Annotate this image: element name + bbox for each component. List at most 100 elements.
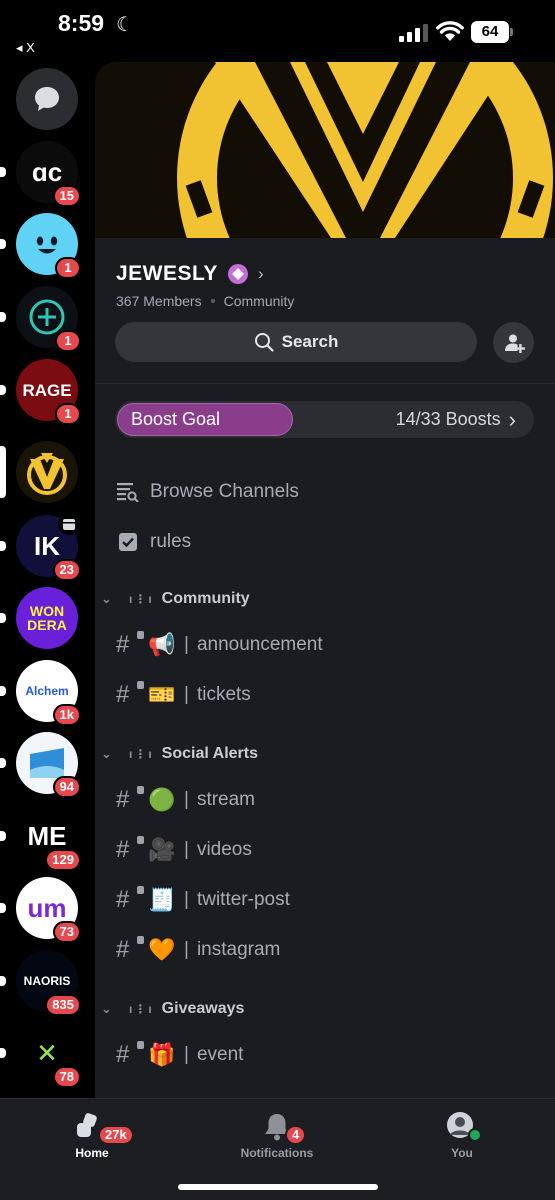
server-icon-ac[interactable]: ɑc 15 bbox=[16, 141, 81, 207]
unread-indicator bbox=[0, 686, 6, 696]
unread-indicator bbox=[0, 758, 6, 768]
member-count: 367 Members bbox=[116, 293, 202, 309]
unread-badge: 23 bbox=[52, 559, 81, 581]
channel-event[interactable]: # 🎁 | event bbox=[116, 1039, 243, 1071]
profile-avatar-icon bbox=[444, 1111, 482, 1143]
channel-announcement[interactable]: # 📢 | announcement bbox=[116, 629, 323, 661]
channel-emoji-icon: 🎁 bbox=[148, 1042, 176, 1067]
cellular-signal-icon bbox=[399, 24, 429, 42]
search-icon bbox=[254, 333, 274, 352]
tab-home[interactable]: 27k Home bbox=[37, 1111, 147, 1160]
channel-separator: | bbox=[184, 684, 189, 705]
server-avatar: WON DERA bbox=[16, 587, 78, 649]
home-servers-icon: 27k bbox=[74, 1111, 134, 1145]
server-initials: WON DERA bbox=[27, 603, 67, 633]
server-icon-smile[interactable]: 1 bbox=[16, 213, 81, 279]
status-bar: 8:59 ☾ ◂ X 64 bbox=[0, 0, 555, 62]
search-label: Search bbox=[281, 332, 339, 351]
unread-badge: 78 bbox=[52, 1066, 81, 1088]
locked-channel-hash-icon: # bbox=[116, 1041, 144, 1069]
back-to-app-link[interactable]: ◂ X bbox=[16, 40, 35, 56]
server-banner bbox=[95, 62, 555, 238]
tab-home-label: Home bbox=[75, 1146, 109, 1160]
wifi-icon bbox=[436, 21, 464, 41]
channel-separator: | bbox=[184, 889, 189, 910]
channel-twitter-post[interactable]: # 🧾 | twitter-post bbox=[116, 884, 290, 916]
unread-badge: 1 bbox=[55, 257, 81, 279]
active-server-indicator bbox=[0, 446, 6, 498]
direct-messages-button[interactable] bbox=[16, 68, 78, 130]
category-social-alerts[interactable]: ⌄ ı⋮ı Social Alerts bbox=[101, 742, 258, 766]
status-time: 8:59 bbox=[58, 10, 105, 36]
rules-label: rules bbox=[150, 531, 192, 552]
channel-separator: | bbox=[184, 939, 189, 960]
unread-badge: 94 bbox=[52, 776, 81, 798]
unread-indicator bbox=[0, 613, 6, 623]
category-label: Community bbox=[161, 590, 250, 607]
channel-emoji-icon: 🎫 bbox=[148, 682, 176, 707]
home-indicator bbox=[178, 1184, 378, 1190]
unread-indicator bbox=[0, 541, 6, 551]
server-icon-um[interactable]: um 73 bbox=[16, 877, 81, 943]
server-initials: ✕ bbox=[36, 1038, 58, 1068]
server-icon-jewesly[interactable] bbox=[16, 441, 78, 503]
drag-handle-icon: ı⋮ı bbox=[129, 592, 154, 606]
server-icon-rage[interactable]: RAGE 1 bbox=[16, 359, 81, 425]
unread-badge: 15 bbox=[52, 185, 81, 207]
browse-channels-row[interactable]: Browse Channels bbox=[116, 476, 299, 508]
channel-tickets[interactable]: # 🎫 | tickets bbox=[116, 679, 251, 711]
channel-emoji-icon: 🟢 bbox=[148, 787, 176, 812]
tab-you[interactable]: You bbox=[407, 1111, 517, 1160]
unread-indicator bbox=[0, 167, 6, 177]
category-label: Social Alerts bbox=[161, 745, 259, 762]
server-icon-naoris[interactable]: NAORIS 835 bbox=[16, 950, 81, 1016]
server-icon-wondera[interactable]: WON DERA bbox=[16, 587, 78, 649]
invite-members-button[interactable] bbox=[493, 322, 534, 363]
server-icon-plus[interactable]: 1 bbox=[16, 286, 81, 352]
tab-notifications[interactable]: 4 Notifications bbox=[222, 1111, 332, 1160]
unread-badge: 835 bbox=[45, 994, 81, 1016]
category-label: Giveaways bbox=[161, 1000, 245, 1017]
add-member-icon bbox=[504, 334, 525, 353]
channel-instagram[interactable]: # 🧡 | instagram bbox=[116, 934, 280, 966]
server-rail[interactable]: ɑc 15 1 1 RAGE 1 IK 23 WON DERA Alchem 1k 94 ME 129 um… bbox=[0, 62, 95, 1098]
search-button[interactable]: Search bbox=[115, 322, 477, 362]
chevron-down-icon: ⌄ bbox=[101, 591, 112, 606]
tab-you-label: You bbox=[451, 1146, 473, 1160]
battery-level: 64 bbox=[471, 21, 509, 43]
server-initials: um bbox=[27, 893, 67, 923]
server-icon-me[interactable]: ME 129 bbox=[16, 805, 81, 871]
boost-goal-bar[interactable]: Boost Goal 14/33 Boosts › bbox=[115, 401, 534, 438]
unread-indicator bbox=[0, 312, 6, 322]
channel-emoji-icon: 🧡 bbox=[148, 937, 176, 962]
event-calendar-icon bbox=[58, 513, 80, 535]
unread-badge: 129 bbox=[45, 849, 81, 871]
server-type: Community bbox=[223, 293, 295, 309]
jewesly-logo-banner bbox=[95, 62, 555, 238]
battery-tip bbox=[510, 28, 513, 36]
server-icon-wave[interactable]: 94 bbox=[16, 732, 81, 798]
boost-count-text: 14/33 Boosts bbox=[395, 409, 501, 429]
server-header[interactable]: JEWESLY › bbox=[116, 262, 264, 286]
drag-handle-icon: ı⋮ı bbox=[129, 747, 154, 761]
channel-stream[interactable]: # 🟢 | stream bbox=[116, 784, 255, 816]
notifications-badge: 4 bbox=[285, 1125, 307, 1145]
server-icon-x[interactable]: ✕ 78 bbox=[16, 1022, 81, 1088]
channel-name: stream bbox=[196, 789, 256, 810]
browse-channels-icon bbox=[116, 480, 140, 504]
rules-row[interactable]: rules bbox=[116, 526, 191, 558]
channel-videos[interactable]: # 🎥 | videos bbox=[116, 834, 252, 866]
chat-bubble-icon bbox=[16, 68, 78, 130]
category-giveaways[interactable]: ⌄ ı⋮ı Giveaways bbox=[101, 997, 244, 1021]
unread-indicator bbox=[0, 831, 6, 841]
chevron-down-icon: ⌄ bbox=[101, 746, 112, 761]
channel-separator: | bbox=[184, 1044, 189, 1065]
boost-count: 14/33 Boosts › bbox=[395, 408, 516, 430]
chevron-down-icon: ⌄ bbox=[101, 1001, 112, 1016]
server-icon-ik[interactable]: IK 23 bbox=[16, 513, 81, 581]
meta-separator bbox=[210, 299, 215, 303]
server-icon-alchemy[interactable]: Alchem 1k bbox=[16, 660, 81, 726]
category-community[interactable]: ⌄ ı⋮ı Community bbox=[101, 587, 250, 611]
channel-separator: | bbox=[184, 839, 189, 860]
channel-emoji-icon: 🎥 bbox=[148, 837, 176, 862]
